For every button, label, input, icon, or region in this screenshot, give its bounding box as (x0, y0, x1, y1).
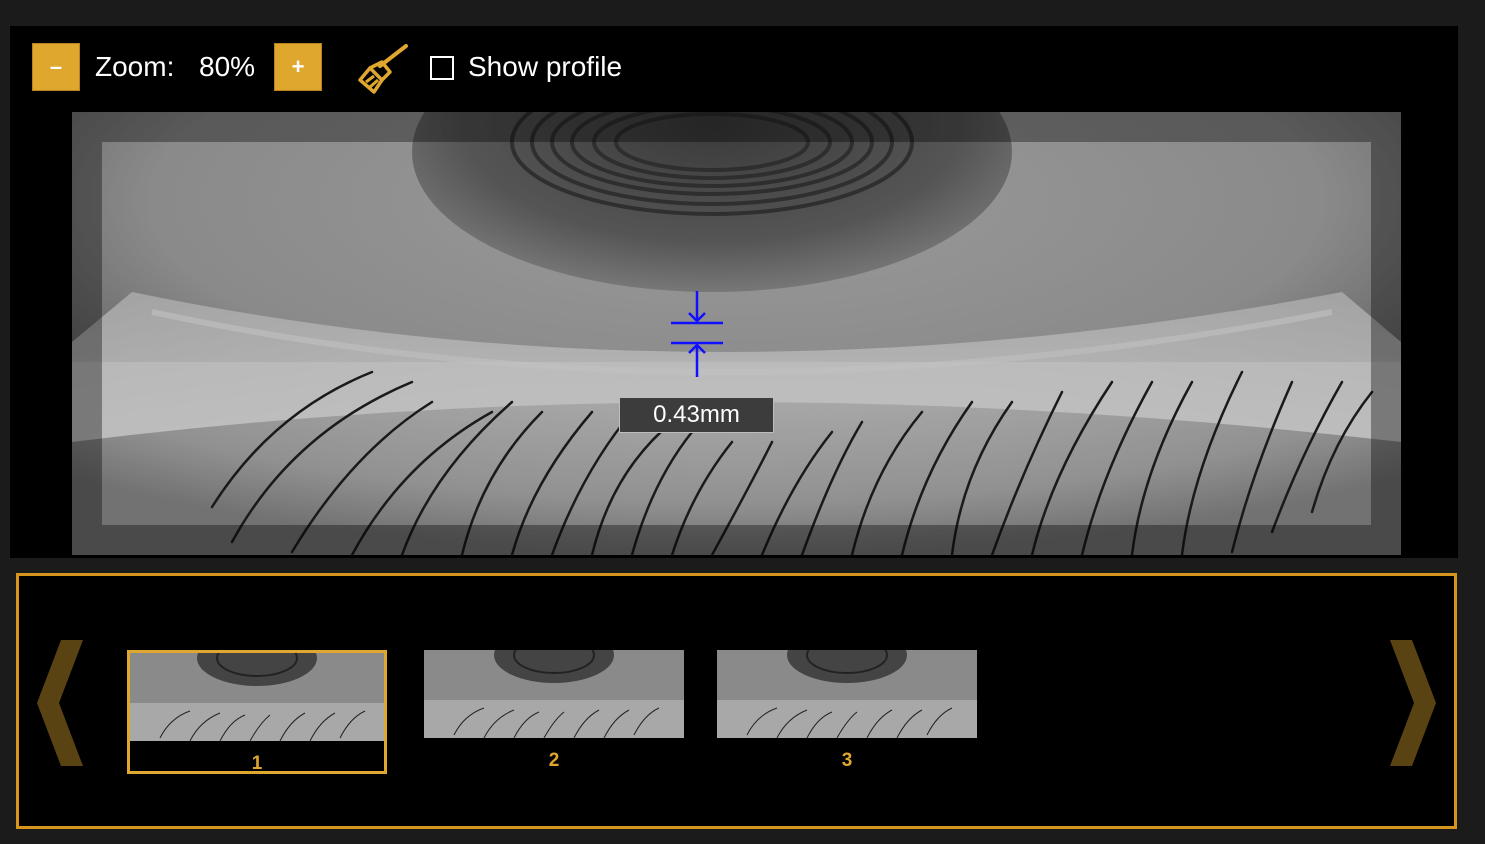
show-profile-label[interactable]: Show profile (468, 51, 622, 83)
thumbnail-image (717, 650, 977, 738)
thumbnail-label: 1 (251, 753, 263, 774)
thumbnail-label: 3 (841, 750, 853, 771)
thumbnail-image (424, 650, 684, 738)
zoom-value: 80% (199, 51, 256, 82)
measurement-label: 0.43mm (619, 397, 774, 433)
eye-image (72, 112, 1401, 555)
chevron-left-icon[interactable] (33, 636, 89, 770)
app-window: – Zoom: 80% + Show profile 0.43mm 1 2 3 (0, 0, 1485, 844)
zoom-label: Zoom: (95, 51, 175, 82)
thumbnail-3[interactable]: 3 (717, 650, 977, 774)
zoom-out-button[interactable]: – (32, 43, 80, 91)
thumbnail-2[interactable]: 2 (424, 650, 684, 774)
zoom-in-button[interactable]: + (274, 43, 322, 91)
thumbnail-strip: 1 2 3 (16, 573, 1457, 829)
thumbnail-image (130, 653, 390, 741)
broom-icon[interactable] (352, 40, 412, 96)
eye-image-viewer[interactable] (72, 112, 1401, 555)
chevron-right-icon[interactable] (1384, 636, 1440, 770)
thickness-marker (671, 291, 723, 377)
thumbnail-label: 2 (548, 750, 560, 771)
show-profile-checkbox[interactable] (430, 56, 454, 80)
thumbnail-1[interactable]: 1 (127, 650, 387, 774)
toolbar: – Zoom: 80% + Show profile (10, 26, 1458, 112)
